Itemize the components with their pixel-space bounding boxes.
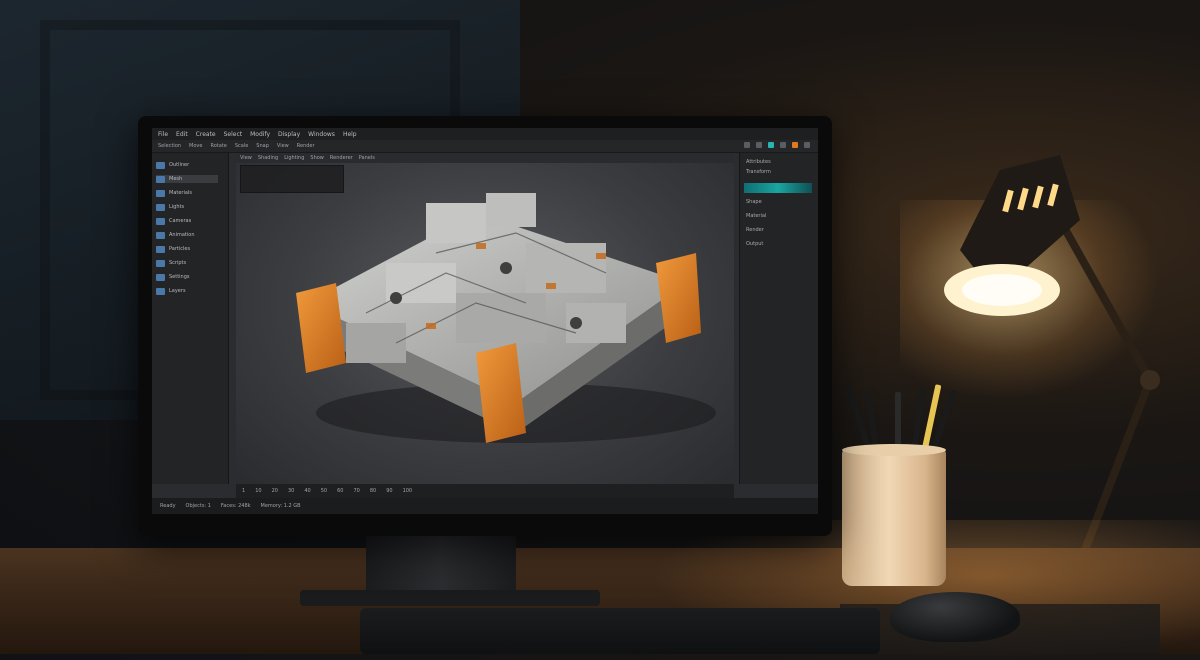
vp-menu-show[interactable]: Show	[310, 155, 324, 161]
menubar: File Edit Create Select Modify Display W…	[152, 128, 818, 140]
left-item[interactable]: Outliner	[156, 161, 189, 169]
vp-menu-panels[interactable]: Panels	[359, 155, 375, 161]
menu-item-modify[interactable]: Modify	[250, 131, 270, 138]
left-item[interactable]: Cameras	[156, 217, 191, 225]
timeline-tick: 80	[369, 488, 377, 494]
script-icon	[156, 259, 165, 267]
panel-row[interactable]: Output	[746, 241, 763, 247]
camera-icon	[156, 217, 165, 225]
toolbar: Selection Move Rotate Scale Snap View Re…	[152, 140, 818, 153]
status-text: Ready	[160, 503, 176, 509]
status-text: Memory: 1.2 GB	[260, 503, 301, 509]
camera-icon[interactable]	[780, 142, 786, 148]
panel-row[interactable]: Shape	[746, 199, 762, 205]
timeline[interactable]: 1 10 20 30 40 50 60 70 80 90 100	[236, 484, 734, 498]
teal-attribute-bar[interactable]	[744, 183, 812, 193]
scene: File Edit Create Select Modify Display W…	[0, 0, 1200, 660]
vp-menu-shading[interactable]: Shading	[258, 155, 278, 161]
screen: File Edit Create Select Modify Display W…	[152, 128, 818, 514]
timeline-tick: 1	[242, 488, 246, 494]
particles-icon	[156, 245, 165, 253]
timeline-tick: 50	[320, 488, 328, 494]
vp-menu-view[interactable]: View	[240, 155, 252, 161]
outliner-icon	[156, 161, 165, 169]
light-icon	[156, 203, 165, 211]
status-text: Objects: 1	[185, 503, 211, 509]
settings-icon[interactable]	[804, 142, 810, 148]
keyboard	[360, 608, 880, 654]
menu-item-create[interactable]: Create	[196, 131, 216, 138]
pen-cup-rim	[842, 444, 946, 456]
timeline-tick: 90	[386, 488, 393, 494]
menu-item-edit[interactable]: Edit	[176, 131, 188, 138]
left-item[interactable]: Settings	[156, 273, 190, 281]
render-icon[interactable]	[792, 142, 798, 148]
right-panel: Attributes Transform Shape Material Rend…	[739, 153, 818, 484]
tool-render[interactable]: Render	[297, 143, 315, 149]
monitor-stand-base	[300, 590, 600, 606]
tool-scale[interactable]: Scale	[235, 143, 248, 149]
settings-icon	[156, 273, 165, 281]
panel-row[interactable]: Render	[746, 227, 764, 233]
timeline-tick: 60	[337, 488, 344, 494]
menu-item-select[interactable]: Select	[224, 131, 243, 138]
pen-cup	[842, 448, 946, 586]
panel-row[interactable]: Transform	[746, 169, 771, 175]
tool-rotate[interactable]: Rotate	[210, 143, 226, 149]
vp-menu-renderer[interactable]: Renderer	[330, 155, 353, 161]
left-panel: Outliner Mesh Materials Lights Cameras A…	[152, 153, 229, 484]
left-item[interactable]: Lights	[156, 203, 184, 211]
timeline-tick: 20	[271, 488, 278, 494]
left-item[interactable]: Particles	[156, 245, 190, 253]
timeline-tick: 100	[402, 488, 413, 494]
tool-view[interactable]: View	[277, 143, 289, 149]
tool-selection[interactable]: Selection	[158, 143, 181, 149]
animation-icon	[156, 231, 165, 239]
status-text: Faces: 248k	[220, 503, 251, 509]
panel-row[interactable]: Attributes	[746, 159, 771, 165]
mouse	[890, 592, 1020, 642]
toolbar-icons	[744, 142, 810, 148]
mechanical-3d-model	[296, 193, 716, 443]
timeline-tick: 10	[255, 488, 262, 494]
menu-item-help[interactable]: Help	[343, 131, 357, 138]
vp-menu-lighting[interactable]: Lighting	[284, 155, 304, 161]
statusbar: Ready Objects: 1 Faces: 248k Memory: 1.2…	[152, 498, 818, 514]
menu-item-windows[interactable]: Windows	[308, 131, 335, 138]
snap-icon[interactable]	[768, 142, 774, 148]
material-icon	[156, 189, 165, 197]
viewport-header: View Shading Lighting Show Renderer Pane…	[236, 153, 734, 163]
timeline-tick: 30	[287, 488, 295, 494]
timeline-tick: 70	[353, 488, 360, 494]
timeline-tick: 40	[304, 488, 311, 494]
panel-row[interactable]: Material	[746, 213, 766, 219]
select-icon[interactable]	[744, 142, 750, 148]
move-icon[interactable]	[756, 142, 762, 148]
left-item[interactable]: Layers	[156, 287, 186, 295]
left-item[interactable]: Materials	[156, 189, 192, 197]
layers-icon	[156, 287, 165, 295]
tool-move[interactable]: Move	[189, 143, 202, 149]
viewport[interactable]: View Shading Lighting Show Renderer Pane…	[236, 153, 734, 484]
left-item[interactable]: Scripts	[156, 259, 186, 267]
menu-item-display[interactable]: Display	[278, 131, 300, 138]
mesh-icon	[156, 175, 165, 183]
monitor: File Edit Create Select Modify Display W…	[138, 116, 832, 536]
left-item-selected[interactable]: Mesh	[156, 175, 218, 183]
left-item[interactable]: Animation	[156, 231, 195, 239]
tool-snap[interactable]: Snap	[256, 143, 269, 149]
menu-item-file[interactable]: File	[158, 131, 168, 138]
